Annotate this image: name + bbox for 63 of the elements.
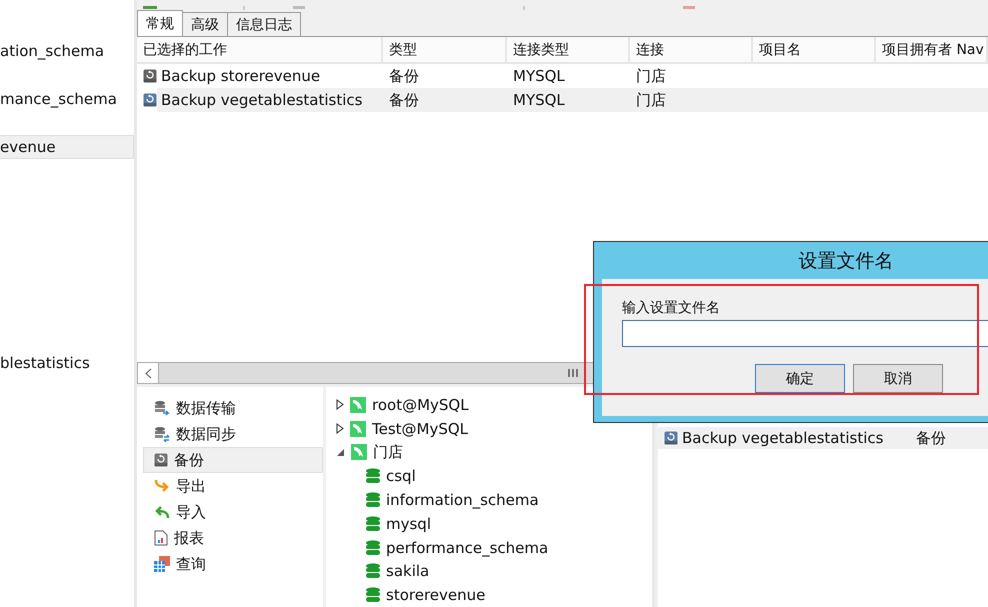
left-list-item[interactable]: ation_schema bbox=[0, 39, 134, 63]
grip-lines-icon bbox=[568, 368, 578, 378]
database-tree-item[interactable]: information_schema bbox=[326, 488, 652, 512]
scroll-left-button[interactable] bbox=[137, 362, 159, 384]
tool-list-item[interactable]: 查询 bbox=[143, 551, 323, 577]
table-cell-text: MYSQL bbox=[512, 90, 566, 111]
report-document-icon bbox=[154, 530, 168, 546]
dialog-button[interactable]: 确定 bbox=[755, 364, 845, 393]
tool-list-item[interactable]: 导入 bbox=[143, 499, 323, 525]
database-tree-item[interactable]: storerevenue bbox=[326, 583, 652, 607]
connection-tree-item[interactable]: 门店 bbox=[326, 440, 652, 464]
database-arrow-icon bbox=[154, 400, 170, 416]
connection-tree-item[interactable]: Test@MySQL bbox=[326, 416, 652, 441]
tool-list-item[interactable]: 数据传输 bbox=[143, 395, 323, 421]
dolphin-icon bbox=[351, 444, 367, 460]
left-list-item[interactable]: mance_schema bbox=[0, 87, 134, 111]
database-tree-item[interactable]: csql bbox=[326, 464, 652, 488]
table-cell-text: 备份 bbox=[388, 66, 420, 86]
tab[interactable]: 常规 bbox=[137, 10, 183, 36]
database-tree-item[interactable]: performance_schema bbox=[326, 536, 652, 560]
tool-list-item[interactable]: 导出 bbox=[143, 473, 323, 499]
dialog-button[interactable]: 取消 bbox=[853, 364, 943, 393]
dolphin-icon bbox=[350, 420, 366, 437]
dialog-title: 设置文件名 bbox=[798, 248, 894, 274]
export-arrow-icon bbox=[154, 479, 170, 493]
tool-list-item[interactable]: 备份 bbox=[143, 447, 323, 473]
collapse-triangle-icon[interactable] bbox=[336, 448, 345, 457]
table-cell-text: 门店 bbox=[635, 90, 667, 110]
dolphin-icon bbox=[350, 396, 366, 413]
database-tree-item[interactable]: sakila bbox=[326, 559, 652, 584]
filename-input-field[interactable] bbox=[622, 320, 988, 347]
job-row[interactable]: Backup vegetablestatistics 备份 bbox=[658, 427, 988, 449]
column-header[interactable]: 项目名 bbox=[753, 37, 876, 62]
database-sync-icon bbox=[154, 426, 170, 442]
column-header[interactable]: 项目拥有者 Nav bbox=[876, 37, 988, 62]
database-icon bbox=[366, 587, 380, 604]
tab[interactable]: 信息日志 bbox=[227, 12, 301, 36]
left-list-item[interactable]: blestatistics bbox=[0, 351, 134, 375]
column-header[interactable]: 已选择的工作 bbox=[137, 37, 383, 62]
expand-triangle-icon[interactable] bbox=[336, 399, 344, 410]
expand-triangle-icon[interactable] bbox=[336, 423, 344, 434]
database-icon bbox=[366, 563, 380, 580]
table-cell-text: 备份 bbox=[388, 90, 420, 110]
table-cell: Backup vegetablestatistics bbox=[137, 88, 383, 112]
table-cell-text: 门店 bbox=[635, 66, 667, 86]
tool-list-item[interactable]: 报表 bbox=[143, 525, 323, 551]
table-cell: Backup storerevenue bbox=[137, 64, 383, 88]
database-tree-item[interactable]: mysql bbox=[326, 512, 652, 536]
database-icon bbox=[366, 540, 380, 556]
database-icon bbox=[366, 468, 380, 484]
left-chevron-icon bbox=[144, 368, 152, 378]
column-header[interactable]: 连接类型 bbox=[507, 37, 630, 62]
table-cell-text: MYSQL bbox=[512, 66, 566, 87]
left-list-item[interactable]: evenue bbox=[0, 135, 134, 159]
field-label: 输入设置文件名 bbox=[622, 299, 721, 317]
database-icon bbox=[366, 492, 380, 508]
database-icon bbox=[366, 516, 380, 532]
column-header[interactable]: 类型 bbox=[383, 37, 507, 62]
table-grid-icon bbox=[154, 556, 170, 572]
tool-list-item[interactable]: 数据同步 bbox=[143, 421, 323, 447]
column-header[interactable]: 连接 bbox=[630, 37, 753, 62]
connection-tree-item[interactable]: root@MySQL bbox=[326, 393, 652, 417]
import-arrow-icon bbox=[154, 505, 170, 519]
